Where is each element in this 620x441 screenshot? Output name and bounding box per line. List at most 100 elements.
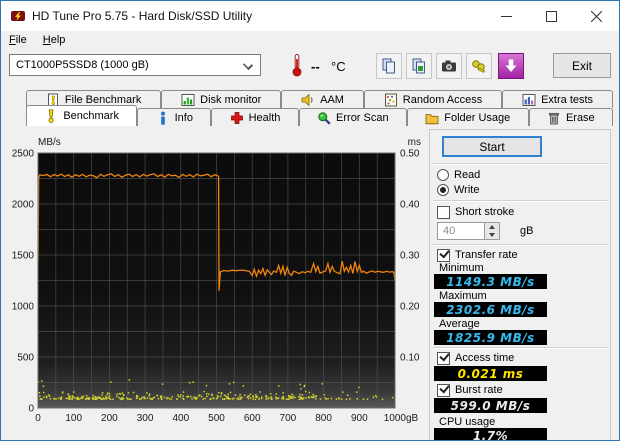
transfer-rate-label: Transfer rate xyxy=(455,249,518,261)
tab-label: Random Access xyxy=(402,93,483,106)
tab-row-bottom: Benchmark Info Health Error Scan Folder Usag… xyxy=(26,105,614,126)
tab-info[interactable]: Info xyxy=(137,108,212,126)
maximum-label: Maximum xyxy=(439,290,487,302)
app-window: HD Tune Pro 5.75 - Hard Disk/SSD Utility… xyxy=(0,0,620,441)
tab-label: Error Scan xyxy=(336,111,389,124)
maximize-icon xyxy=(546,10,557,22)
write-radio-row[interactable]: Write xyxy=(437,183,479,197)
tab-benchmark[interactable]: Benchmark xyxy=(26,105,138,126)
temperature-unit: °C xyxy=(331,59,346,74)
svg-text:100: 100 xyxy=(65,413,82,424)
short-stroke-spin-buttons[interactable] xyxy=(485,222,500,240)
svg-text:500: 500 xyxy=(17,353,34,364)
exit-button[interactable]: Exit xyxy=(553,53,611,78)
info-icon xyxy=(160,111,165,125)
transfer-rate-checkbox[interactable] xyxy=(437,248,450,262)
burst-rate-checkbox[interactable] xyxy=(437,383,450,397)
svg-text:800: 800 xyxy=(315,413,332,424)
write-radio[interactable] xyxy=(437,184,449,196)
tab-label: Folder Usage xyxy=(444,111,511,124)
menu-help[interactable]: Help xyxy=(35,32,74,48)
app-icon xyxy=(11,11,25,21)
read-radio[interactable] xyxy=(437,169,449,181)
start-button[interactable]: Start xyxy=(442,136,542,157)
burst-rate-value: 599.0 MB/s xyxy=(434,398,547,413)
short-stroke-checkbox[interactable] xyxy=(437,205,450,219)
spin-down-icon[interactable] xyxy=(489,233,495,237)
menu-bar: File Help xyxy=(1,31,619,49)
burst-rate-row[interactable]: Burst rate xyxy=(437,383,503,397)
svg-text:1000gB: 1000gB xyxy=(384,413,419,424)
tab-disk-monitor[interactable]: Disk monitor xyxy=(161,90,282,108)
svg-text:600: 600 xyxy=(244,413,261,424)
copy-icon xyxy=(382,58,395,74)
read-label: Read xyxy=(454,169,481,181)
short-stroke-row[interactable]: Short stroke xyxy=(437,205,514,219)
minimum-label: Minimum xyxy=(439,262,484,274)
svg-text:500: 500 xyxy=(208,413,225,424)
svg-text:700: 700 xyxy=(280,413,297,424)
menu-file[interactable]: File xyxy=(1,32,35,48)
copy-image-button[interactable] xyxy=(406,53,432,79)
download-arrow-button[interactable] xyxy=(498,53,524,79)
svg-text:0.20: 0.20 xyxy=(400,302,420,313)
copy-chart-icon xyxy=(412,58,425,74)
maximum-value: 2302.6 MB/s xyxy=(434,302,547,317)
left-axis-ticks: 2500 2000 1500 1000 500 0 xyxy=(12,149,35,415)
tab-folder-usage[interactable]: Folder Usage xyxy=(406,108,529,126)
tab-label: Health xyxy=(248,111,281,124)
short-stroke-value[interactable]: 40 xyxy=(437,222,485,240)
cpu-usage-label: CPU usage xyxy=(439,416,496,428)
svg-text:1500: 1500 xyxy=(12,251,35,262)
access-time-row[interactable]: Access time xyxy=(437,351,514,365)
transfer-rate-row[interactable]: Transfer rate xyxy=(437,248,518,262)
access-time-checkbox[interactable] xyxy=(437,351,450,365)
tab-health[interactable]: Health xyxy=(211,108,299,126)
drive-select-dropdown[interactable]: CT1000P5SSD8 (1000 gB) xyxy=(9,54,261,76)
svg-text:400: 400 xyxy=(172,413,189,424)
svg-text:0: 0 xyxy=(35,413,41,424)
health-icon xyxy=(230,111,243,124)
thermometer-icon xyxy=(292,54,302,77)
error-scan-icon xyxy=(318,111,331,125)
tab-error-scan[interactable]: Error Scan xyxy=(298,108,407,126)
tab-aam[interactable]: AAM xyxy=(281,90,364,108)
minimize-button[interactable] xyxy=(484,1,529,31)
tab-strip: File Benchmark Disk monitor AAM Random Acce… xyxy=(1,89,619,126)
copy-to-clipboard-button[interactable] xyxy=(376,53,402,79)
close-icon xyxy=(591,10,602,22)
short-stroke-label: Short stroke xyxy=(455,206,515,218)
tab-extra-tests[interactable]: Extra tests xyxy=(502,90,613,108)
svg-text:0: 0 xyxy=(28,404,34,415)
spin-up-icon[interactable] xyxy=(489,225,495,229)
average-value: 1825.9 MB/s xyxy=(434,330,547,345)
short-stroke-spinner[interactable]: 40 xyxy=(437,222,500,240)
benchmark-chart: MB/s ms 2500 2000 1500 1000 500 0 0.50 0.40 0.30 0.… xyxy=(1,126,426,426)
screenshot-button[interactable] xyxy=(436,53,462,79)
start-label: Start xyxy=(479,139,505,154)
options-button[interactable] xyxy=(466,53,492,79)
svg-text:900: 900 xyxy=(351,413,368,424)
toolbar: CT1000P5SSD8 (1000 gB) -- °C Exit xyxy=(1,49,619,87)
tab-random-access[interactable]: Random Access xyxy=(363,90,503,108)
close-button[interactable] xyxy=(574,1,619,31)
burst-rate-label: Burst rate xyxy=(455,384,503,396)
svg-text:300: 300 xyxy=(137,413,154,424)
tab-label: File Benchmark xyxy=(64,93,142,106)
window-title: HD Tune Pro 5.75 - Hard Disk/SSD Utility xyxy=(32,9,253,23)
drive-select-value: CT1000P5SSD8 (1000 gB) xyxy=(16,59,149,71)
random-access-icon xyxy=(384,93,397,106)
separator xyxy=(433,163,607,165)
tab-label: Disk monitor xyxy=(200,93,262,106)
tab-erase[interactable]: Erase xyxy=(528,108,614,126)
read-radio-row[interactable]: Read xyxy=(437,168,480,182)
minimize-icon xyxy=(501,15,512,17)
maximize-button[interactable] xyxy=(529,1,574,31)
benchmark-page: MB/s ms 2500 2000 1500 1000 500 0 0.50 0.40 0.30 0.… xyxy=(1,126,619,440)
keys-icon xyxy=(472,60,486,73)
title-bar[interactable]: HD Tune Pro 5.75 - Hard Disk/SSD Utility xyxy=(1,1,619,31)
separator xyxy=(433,200,607,202)
right-axis-ticks: 0.50 0.40 0.30 0.20 0.10 xyxy=(400,149,420,364)
erase-icon xyxy=(548,112,559,124)
short-stroke-unit: gB xyxy=(520,225,534,237)
